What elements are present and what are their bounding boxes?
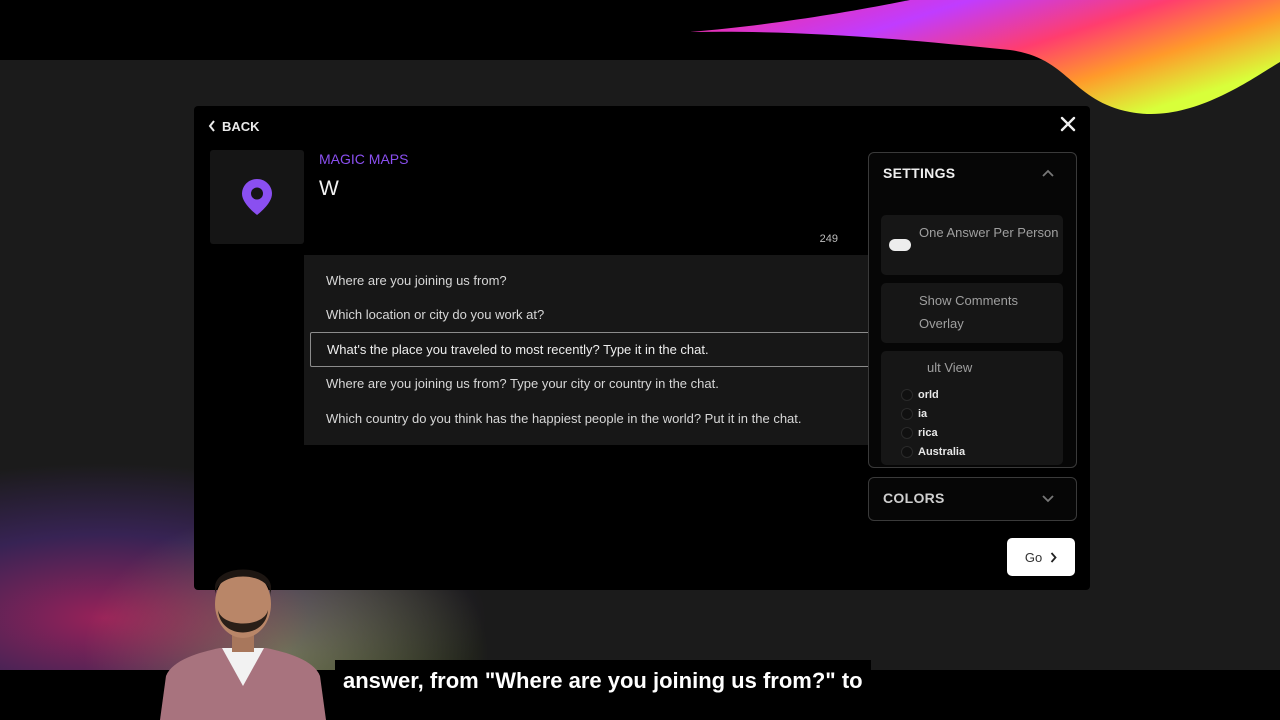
back-label: BACK xyxy=(222,118,260,134)
video-caption: answer, from "Where are you joining us f… xyxy=(335,660,871,702)
radio-icon xyxy=(901,389,913,401)
view-option-label: Australia xyxy=(918,446,966,458)
radio-icon xyxy=(901,408,913,420)
suggestion-item[interactable]: Where are you joining us from? Type your… xyxy=(310,367,914,402)
suggestion-dropdown: Where are you joining us from? Which loc… xyxy=(304,255,920,445)
view-option-africa[interactable]: rica xyxy=(901,426,938,440)
character-count: 249 xyxy=(819,233,838,245)
settings-title: SETTINGS xyxy=(883,165,956,181)
result-view-label: ult View xyxy=(927,360,973,375)
one-answer-option: One Answer Per Person xyxy=(881,215,1063,275)
map-pin-icon xyxy=(242,179,272,215)
suggestion-item[interactable]: Which country do you think has the happi… xyxy=(310,401,914,436)
go-button[interactable]: Go xyxy=(1007,538,1075,576)
chevron-up-icon[interactable] xyxy=(1041,167,1055,179)
radio-icon xyxy=(901,446,913,458)
close-button[interactable] xyxy=(1058,114,1078,134)
result-view-option: ult View orld ia rica Australia xyxy=(881,351,1063,465)
view-option-label: ia xyxy=(918,408,928,420)
close-icon xyxy=(1060,116,1076,132)
colors-title: COLORS xyxy=(883,490,945,506)
show-comments-option: Show Comments Overlay xyxy=(881,283,1063,343)
presenter-video xyxy=(160,569,326,720)
suggestion-item[interactable]: Where are you joining us from? xyxy=(310,263,914,298)
question-input[interactable] xyxy=(319,174,839,204)
chevron-right-icon xyxy=(1050,551,1057,563)
suggestion-item[interactable]: Which location or city do you work at? xyxy=(310,298,914,333)
one-answer-label: One Answer Per Person xyxy=(919,225,1059,240)
view-option-asia[interactable]: ia xyxy=(901,407,927,421)
colors-panel[interactable]: COLORS xyxy=(868,477,1077,521)
go-label: Go xyxy=(1024,549,1043,565)
show-comments-label: Show Comments Overlay xyxy=(919,293,1018,331)
chevron-left-icon xyxy=(208,120,215,132)
radio-icon xyxy=(901,427,913,439)
view-option-australia[interactable]: Australia xyxy=(901,445,965,459)
settings-panel: SETTINGS One Answer Per Person Show Comm… xyxy=(868,152,1077,468)
one-answer-toggle[interactable] xyxy=(889,239,911,251)
chevron-down-icon xyxy=(1042,495,1054,503)
back-button[interactable]: BACK xyxy=(208,116,260,136)
activity-icon-tile xyxy=(210,150,304,244)
activity-modal: BACK MAGIC MAPS 249 Where are you joinin… xyxy=(194,106,1090,590)
view-option-world[interactable]: orld xyxy=(901,388,939,402)
view-option-label: rica xyxy=(918,427,938,439)
suggestion-item-selected[interactable]: What's the place you traveled to most re… xyxy=(310,332,914,367)
activity-type-label: MAGIC MAPS xyxy=(319,151,409,167)
view-option-label: orld xyxy=(918,389,939,401)
